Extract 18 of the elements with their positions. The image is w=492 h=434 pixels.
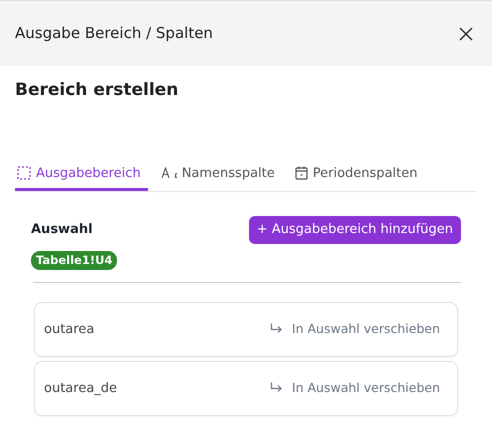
tab[interactable]: Ausgabebereich xyxy=(15,162,148,191)
area-name: outarea_de xyxy=(44,380,118,398)
tab[interactable]: Namensspalte xyxy=(158,162,282,191)
add-area-button[interactable]: + Ausgabebereich hinzufügen xyxy=(248,216,461,244)
return-arrow-icon xyxy=(270,323,282,336)
section-heading: Bereich erstellen xyxy=(15,79,180,102)
move-to-selection-link[interactable]: In Auswahl verschieben xyxy=(270,378,440,398)
close-icon xyxy=(459,26,473,40)
tab[interactable]: Periodenspalten xyxy=(292,162,424,191)
move-to-selection-link[interactable]: In Auswahl verschieben xyxy=(270,320,440,339)
selection-area-icon xyxy=(17,166,31,180)
range-tag: Tabelle1!U4 xyxy=(31,250,118,270)
font-icon xyxy=(160,167,177,180)
area-name: outarea xyxy=(44,320,94,338)
dialog-title: Ausgabe Bereich / Spalten xyxy=(15,23,213,44)
calendar-icon xyxy=(294,166,308,180)
selection-label: Auswahl xyxy=(31,221,93,239)
return-arrow-icon xyxy=(270,382,282,394)
